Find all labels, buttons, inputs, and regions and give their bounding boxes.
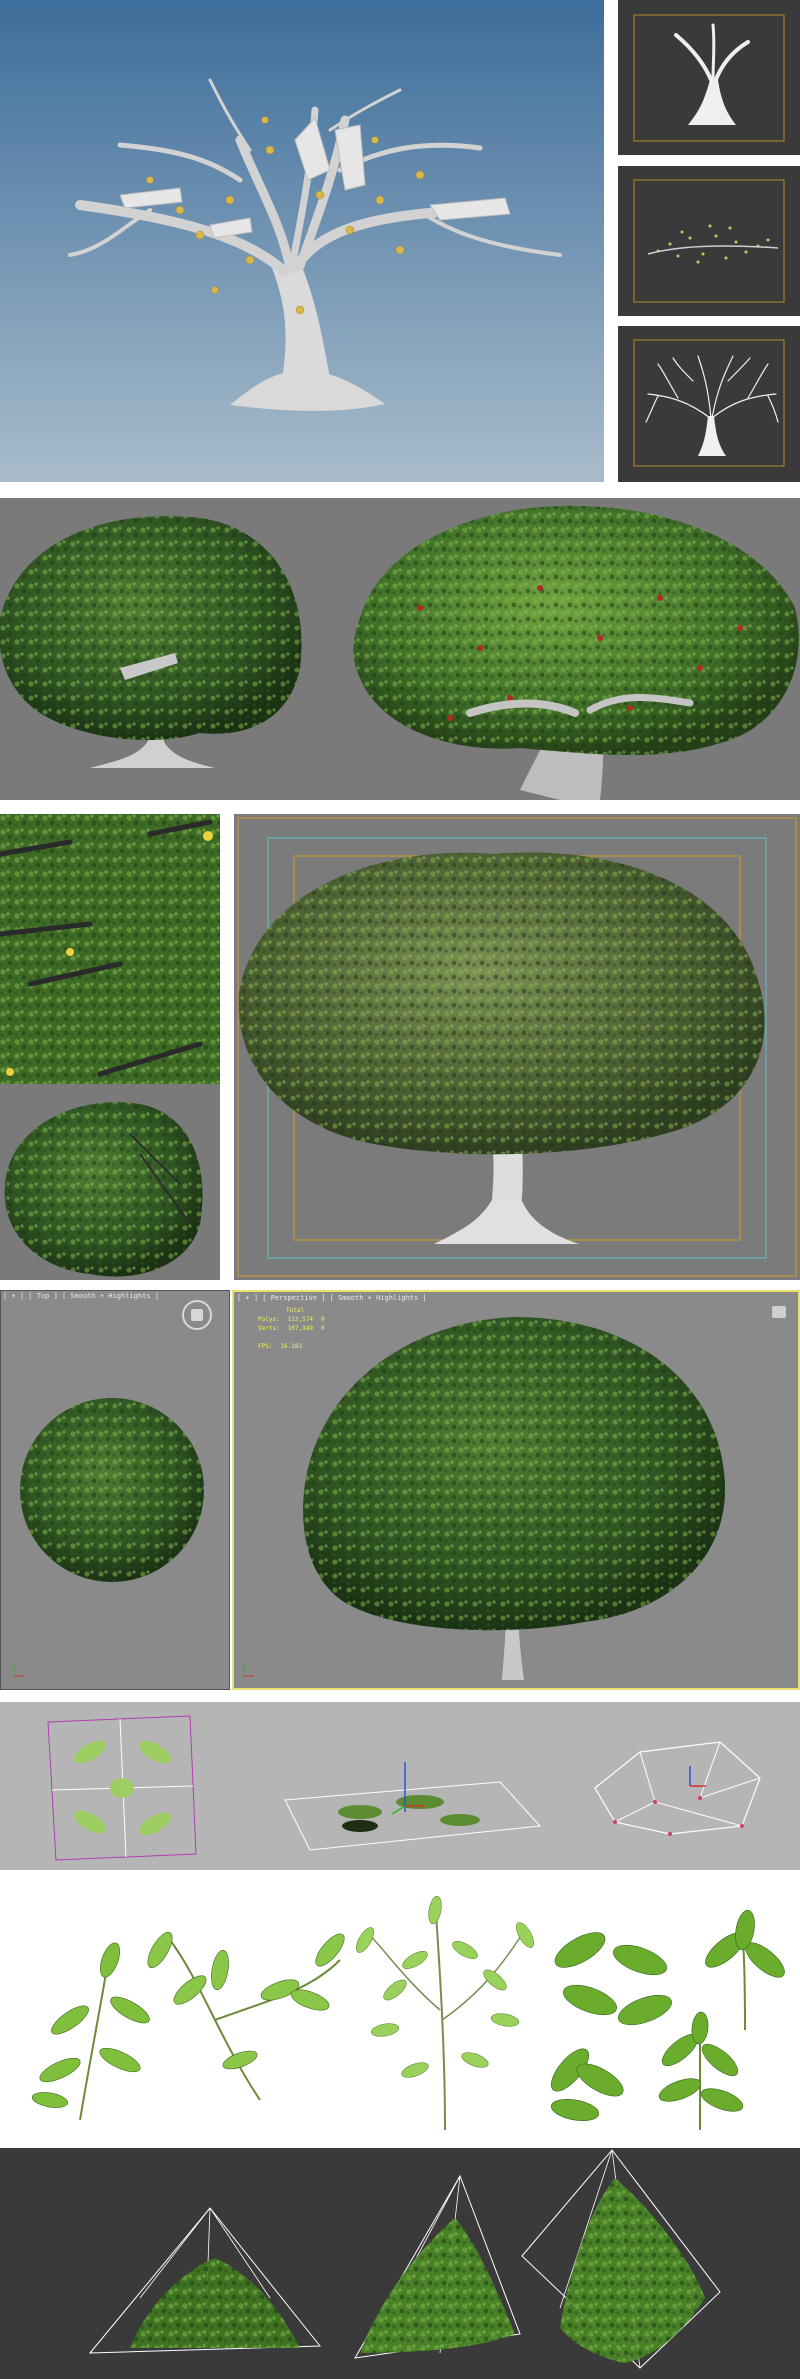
leafy-trees-svg [0,498,800,800]
stats-fps-label: FPS: [258,1343,273,1350]
bare-tree-thumb-3 [618,326,800,482]
canopy-closeup-top [0,814,220,1084]
stats-fps-value: 16.183 [280,1343,303,1350]
canopy-closeup-side [0,1084,220,1280]
stats-polys-value: 113,574 [287,1316,313,1323]
perspective-viewport[interactable]: [ + ] [ Perspective ] [ Smooth + Highlig… [232,1290,800,1690]
pyramid-cards-svg [0,2148,800,2379]
leaf-card-svg [0,1702,800,1870]
leaf-sprigs-svg [0,1880,800,2148]
bare-tree-render-svg [0,0,604,482]
viewport-options-icon[interactable] [772,1306,786,1318]
thumb-1-svg [618,0,800,155]
stats-verts-value: 107,349 [287,1325,313,1332]
pyramid-leaf-cards [0,2148,800,2379]
viewcube-icon[interactable] [182,1300,212,1330]
bare-tree-render-main [0,0,604,482]
bare-tree-thumb-2 [618,166,800,316]
leaf-card-geometry [0,1702,800,1870]
leaf-sprigs-texture [0,1880,800,2148]
stats-verts-extra: 0 [320,1325,325,1332]
bare-tree-thumb-1 [618,0,800,155]
canopy-closeup-svg [0,814,220,1084]
thumb-2-svg [618,166,800,316]
top-viewport[interactable]: [ + ] [ Top ] [ Smooth + Highlights ] [0,1290,230,1690]
perspective-viewport-label[interactable]: [ + ] [ Perspective ] [ Smooth + Highlig… [237,1294,427,1302]
stats-polys-extra: 0 [320,1316,325,1323]
thumb-3-svg [618,326,800,482]
top-viewport-svg [0,1290,230,1690]
top-viewport-label[interactable]: [ + ] [ Top ] [ Smooth + Highlights ] [3,1292,159,1300]
stats-total-label: Total [286,1307,305,1314]
stats-overlay: Total Polys: 113,574 0 Verts: 107,349 0 FPS:… [258,1306,325,1351]
leafy-trees-render [0,498,800,800]
safe-frame-viewport [234,814,800,1280]
safe-frame-svg [234,814,800,1280]
stats-polys-label: Polys: [258,1316,280,1323]
stats-verts-label: Verts: [258,1325,280,1332]
canopy-side-svg [0,1084,220,1280]
perspective-viewport-svg [234,1292,798,1688]
